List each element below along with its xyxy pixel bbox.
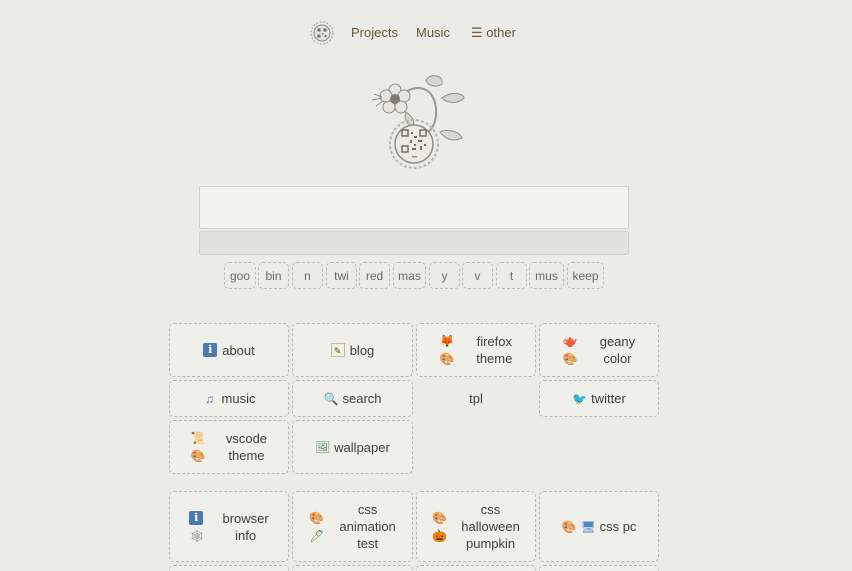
tile-search[interactable]: 🔍 search: [292, 380, 413, 417]
tile-label: browser info: [222, 510, 269, 543]
computer-icon: 🖥: [580, 519, 596, 534]
memo-icon: ✎: [330, 343, 345, 357]
palette-icon: 🎨: [439, 352, 455, 366]
chip-goo[interactable]: goo: [224, 262, 256, 289]
fox-icon: 🦊: [439, 334, 455, 348]
chip-twi[interactable]: twi: [326, 262, 357, 289]
brush-icon: 🖊: [309, 528, 325, 543]
chip-bin[interactable]: bin: [258, 262, 289, 289]
chip-y[interactable]: y: [429, 262, 460, 289]
tile-css-pc[interactable]: 🎨 🖥 css pc: [539, 491, 659, 562]
tile-geany-color[interactable]: 🫖 🎨 geany color: [539, 323, 659, 377]
palette-icon: 🎨: [562, 352, 578, 366]
tile-about[interactable]: i about: [169, 323, 289, 377]
qr-gear-logo-icon[interactable]: [310, 21, 334, 45]
music-notes-icon: ♫: [205, 391, 215, 406]
tile-blog[interactable]: ✎ blog: [292, 323, 413, 377]
chip-n[interactable]: n: [292, 262, 323, 289]
tile-label: css halloween pumpkin: [461, 502, 520, 551]
tile-label: about: [222, 342, 255, 358]
tile-label: geany color: [599, 334, 636, 366]
palette-icon: 🎨: [561, 519, 577, 534]
tile-label: vscode theme: [225, 431, 268, 463]
nav-link-projects[interactable]: Projects: [351, 25, 398, 40]
palette-icon: 🎨: [190, 449, 206, 463]
tile-label: css pc: [599, 519, 637, 534]
teapot-icon: 🫖: [562, 334, 578, 348]
search-input[interactable]: [199, 186, 629, 229]
palette-icon: 🎨: [309, 510, 325, 525]
info-icon: i: [203, 343, 218, 357]
chip-red[interactable]: red: [359, 262, 390, 289]
tile-partial[interactable]: [169, 565, 289, 571]
magnifier-icon: 🔍: [323, 391, 339, 406]
tile-browser-info[interactable]: i 🕸 browser info: [169, 491, 289, 562]
tile-music[interactable]: ♫ music: [169, 380, 289, 417]
top-nav: Projects Music ☰ other: [0, 21, 852, 45]
nav-link-music[interactable]: Music: [416, 25, 450, 40]
nav-link-other-menu[interactable]: ☰ other: [471, 25, 516, 41]
chip-keep[interactable]: keep: [567, 262, 604, 289]
flower-vine-qr-logo-icon: [371, 75, 465, 169]
tile-label: css animation test: [339, 502, 396, 551]
framed-picture-icon: 🖼: [315, 440, 331, 454]
pumpkin-icon: 🎃: [432, 528, 448, 543]
search-suggestion-bar[interactable]: [199, 231, 629, 255]
tile-css-animation-test[interactable]: 🎨 🖊 css animation test: [292, 491, 413, 562]
tile-tpl[interactable]: tpl: [416, 380, 536, 417]
chip-mus[interactable]: mus: [529, 262, 564, 289]
tile-label: wallpaper: [334, 439, 390, 455]
scroll-icon: 📜: [190, 431, 206, 445]
chip-mas[interactable]: mas: [393, 262, 426, 289]
tile-partial[interactable]: [539, 565, 659, 571]
tile-label: twitter: [591, 391, 626, 406]
chip-t[interactable]: t: [496, 262, 527, 289]
tile-label: blog: [349, 342, 375, 358]
bird-icon: 🐦: [572, 391, 588, 406]
tile-wallpaper[interactable]: 🖼 wallpaper: [292, 420, 413, 474]
tile-partial[interactable]: [416, 565, 536, 571]
tile-partial[interactable]: [292, 565, 413, 571]
tile-firefox-theme[interactable]: 🦊 🎨 firefox theme: [416, 323, 536, 377]
tile-label: tpl: [469, 391, 483, 406]
tile-twitter[interactable]: 🐦 twitter: [539, 380, 659, 417]
chip-v[interactable]: v: [462, 262, 493, 289]
tile-label: firefox theme: [476, 334, 513, 366]
search-shortcut-chips: goo bin n twi red mas y v t mus keep: [0, 262, 852, 289]
info-icon: i: [189, 510, 204, 525]
tile-label: search: [342, 391, 382, 406]
tile-vscode-theme[interactable]: 📜 🎨 vscode theme: [169, 420, 289, 474]
palette-icon: 🎨: [432, 510, 448, 525]
tile-css-halloween-pumpkin[interactable]: 🎨 🎃 css halloween pumpkin: [416, 491, 536, 562]
web-icon: 🕸: [189, 528, 205, 543]
tile-label: music: [221, 391, 256, 406]
